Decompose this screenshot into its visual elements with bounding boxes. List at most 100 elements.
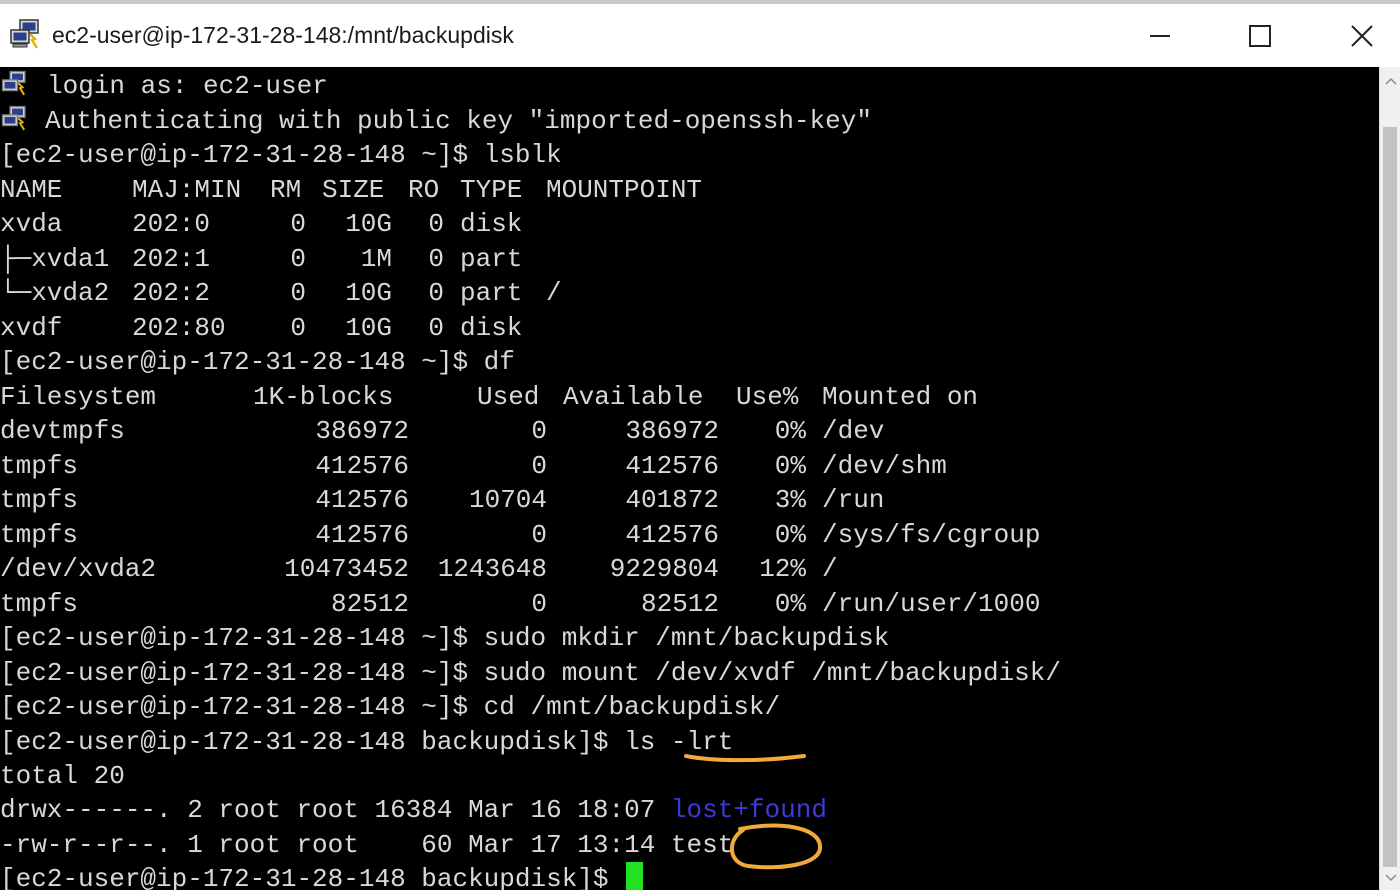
lsblk-col-rm: RM bbox=[270, 175, 302, 205]
scroll-thumb[interactable] bbox=[1383, 127, 1397, 867]
lsblk-cell-ro: 0 bbox=[428, 209, 444, 239]
df-cell-mounted: /dev/shm bbox=[822, 450, 947, 481]
df-cell-available: 9229804 bbox=[609, 554, 719, 584]
table-row: tmpfs 412576 10704 401872 3% /run bbox=[0, 483, 1379, 517]
scroll-up-button[interactable] bbox=[1380, 71, 1400, 91]
df-cell-available: 412576 bbox=[625, 519, 719, 550]
lsblk-cell-ro: 0 bbox=[428, 243, 444, 274]
df-cell-usepct: 3% bbox=[774, 485, 806, 515]
lsblk-cell-majmin: 202:1 bbox=[132, 243, 211, 274]
df-col-usepct: Use% bbox=[736, 382, 799, 412]
minimize-icon bbox=[1150, 35, 1170, 37]
df-cell-usepct: 12% bbox=[759, 554, 806, 584]
prompt-line: [ec2-user@ip-172-31-28-148 ~]$ cd /mnt/b… bbox=[0, 692, 781, 722]
lsblk-col-name: NAME bbox=[0, 175, 63, 205]
ls-total-line: total 20 bbox=[0, 761, 125, 791]
maximize-icon bbox=[1249, 25, 1271, 47]
df-cell-used: 1243648 bbox=[437, 554, 547, 584]
prompt-line: [ec2-user@ip-172-31-28-148 backupdisk]$ … bbox=[0, 725, 733, 759]
putty-computers-icon bbox=[0, 104, 30, 134]
list-item: drwx------. 2 root root 16384 Mar 16 18:… bbox=[0, 793, 827, 827]
df-cell-blocks: 386972 bbox=[315, 416, 409, 446]
maximize-button[interactable] bbox=[1232, 12, 1288, 60]
lsblk-cell-rm: 0 bbox=[290, 209, 306, 239]
putty-computers-icon bbox=[0, 69, 30, 99]
lsblk-cell-type: part bbox=[460, 243, 523, 274]
lsblk-cell-majmin: 202:0 bbox=[132, 209, 211, 239]
prompt-line: [ec2-user@ip-172-31-28-148 ~]$ df bbox=[0, 347, 515, 377]
lsblk-cell-type: disk bbox=[460, 312, 523, 343]
lsblk-col-ro: RO bbox=[408, 175, 440, 205]
window-title: ec2-user@ip-172-31-28-148:/mnt/backupdis… bbox=[52, 22, 514, 48]
table-row: └─xvda2 202:2 0 10G 0 part / bbox=[0, 276, 1379, 310]
df-cell-used: 0 bbox=[531, 416, 547, 446]
lsblk-cell-rm: 0 bbox=[290, 312, 306, 343]
lsblk-header: NAME MAJ:MIN RM SIZE RO TYPE MOUNTPOINT bbox=[0, 173, 1379, 207]
terminal-scrollbar[interactable] bbox=[1379, 67, 1400, 890]
df-cell-mounted: / bbox=[822, 554, 838, 584]
close-button[interactable] bbox=[1334, 12, 1390, 60]
df-cell-blocks: 82512 bbox=[330, 588, 409, 619]
df-cell-filesystem: tmpfs bbox=[0, 450, 79, 481]
table-row: tmpfs 412576 0 412576 0% /sys/fs/cgroup bbox=[0, 518, 1379, 552]
df-col-blocks: 1K-blocks bbox=[253, 382, 394, 412]
table-row: xvdf 202:80 0 10G 0 disk bbox=[0, 311, 1379, 345]
df-cell-available: 386972 bbox=[625, 416, 719, 446]
chevron-down-icon bbox=[1384, 874, 1397, 882]
lsblk-cell-majmin: 202:80 bbox=[132, 312, 226, 343]
ls-command: ls -lrt bbox=[624, 727, 734, 757]
df-cell-usepct: 0% bbox=[774, 416, 806, 446]
df-cell-used: 0 bbox=[531, 519, 547, 550]
df-cell-blocks: 412576 bbox=[315, 519, 409, 550]
lsblk-cell-size: 1M bbox=[360, 243, 392, 274]
df-col-available: Available bbox=[563, 382, 704, 412]
terminal-cursor bbox=[626, 862, 644, 890]
lsblk-cell-name: xvda bbox=[0, 209, 63, 239]
lsblk-col-size: SIZE bbox=[322, 175, 385, 205]
df-header: Filesystem 1K-blocks Used Available Use%… bbox=[0, 380, 1379, 414]
df-cell-mounted: /run bbox=[822, 485, 885, 515]
table-row: xvda 202:0 0 10G 0 disk bbox=[0, 207, 1379, 241]
table-row: ├─xvda1 202:1 0 1M 0 part bbox=[0, 242, 1379, 276]
prompt-line: [ec2-user@ip-172-31-28-148 ~]$ sudo moun… bbox=[0, 658, 1061, 688]
df-col-mounted: Mounted on bbox=[822, 382, 979, 412]
df-cell-blocks: 10473452 bbox=[284, 554, 409, 584]
df-cell-used: 10704 bbox=[468, 485, 547, 515]
prompt-line[interactable]: [ec2-user@ip-172-31-28-148 backupdisk]$ bbox=[0, 862, 644, 890]
df-cell-usepct: 0% bbox=[774, 588, 806, 619]
df-col-used: Used bbox=[477, 382, 540, 412]
lsblk-cell-mountpoint: / bbox=[546, 278, 562, 308]
table-row: devtmpfs 386972 0 386972 0% /dev bbox=[0, 414, 1379, 448]
df-cell-mounted: /run/user/1000 bbox=[822, 588, 1041, 619]
df-cell-usepct: 0% bbox=[774, 519, 806, 550]
df-cell-used: 0 bbox=[531, 588, 547, 619]
table-row: /dev/xvda2 10473452 1243648 9229804 12% / bbox=[0, 552, 1379, 586]
df-col-filesystem: Filesystem bbox=[0, 382, 157, 412]
df-cell-filesystem: devtmpfs bbox=[0, 416, 125, 446]
df-cell-available: 412576 bbox=[625, 450, 719, 481]
auth-line: Authenticating with public key "imported… bbox=[45, 106, 872, 136]
scroll-down-button[interactable] bbox=[1380, 868, 1400, 888]
directory-name: lost+found bbox=[670, 795, 827, 825]
lsblk-cell-name: ├─xvda1 bbox=[0, 243, 110, 274]
minimize-button[interactable] bbox=[1132, 12, 1188, 60]
df-cell-used: 0 bbox=[531, 450, 547, 481]
terminal-output[interactable]: login as: ec2-user Authenticating with p… bbox=[0, 67, 1379, 890]
window-titlebar[interactable]: ec2-user@ip-172-31-28-148:/mnt/backupdis… bbox=[0, 4, 1400, 66]
prompt-text: [ec2-user@ip-172-31-28-148 backupdisk]$ bbox=[0, 864, 625, 890]
ls-entry-meta: -rw-r--r--. 1 root root 60 Mar 17 13:14 bbox=[0, 829, 671, 860]
putty-computers-icon[interactable] bbox=[8, 18, 44, 52]
lsblk-cell-majmin: 202:2 bbox=[132, 278, 211, 308]
df-cell-filesystem: tmpfs bbox=[0, 588, 79, 619]
table-row: tmpfs 82512 0 82512 0% /run/user/1000 bbox=[0, 587, 1379, 621]
df-cell-filesystem: /dev/xvda2 bbox=[0, 554, 157, 584]
chevron-up-icon bbox=[1384, 77, 1397, 85]
lsblk-cell-ro: 0 bbox=[428, 278, 444, 308]
df-cell-available: 82512 bbox=[640, 588, 719, 619]
lsblk-cell-name: └─xvda2 bbox=[0, 278, 110, 308]
lsblk-cell-ro: 0 bbox=[428, 312, 444, 343]
df-cell-mounted: /dev bbox=[822, 416, 885, 446]
df-cell-blocks: 412576 bbox=[315, 450, 409, 481]
lsblk-cell-rm: 0 bbox=[290, 243, 306, 274]
lsblk-cell-size: 10G bbox=[345, 209, 392, 239]
